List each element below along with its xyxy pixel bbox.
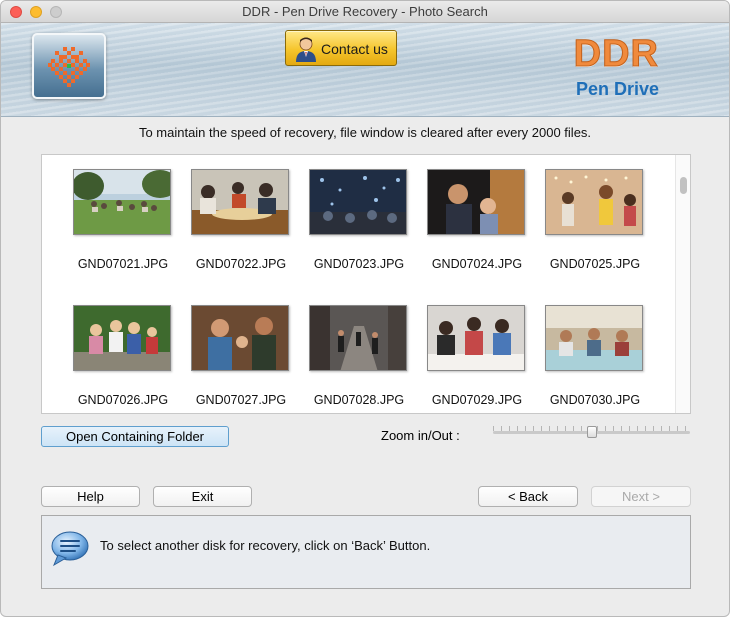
title-bar: DDR - Pen Drive Recovery - Photo Search [1, 1, 729, 23]
header-banner: Contact us DDR Pen Drive [1, 23, 729, 117]
status-message-box: To select another disk for recovery, cli… [41, 515, 691, 589]
speech-bubble-icon [51, 531, 89, 567]
brand-logo-text: DDR [573, 33, 659, 76]
photo-thumbnail[interactable] [545, 169, 643, 235]
open-containing-folder-button[interactable]: Open Containing Folder [41, 426, 229, 447]
file-tile[interactable]: GND07030.JPG [545, 305, 645, 407]
photo-thumbnail[interactable] [309, 305, 407, 371]
file-tile[interactable]: GND07025.JPG [545, 169, 645, 271]
file-tile[interactable]: GND07024.JPG [427, 169, 527, 271]
exit-button[interactable]: Exit [153, 486, 252, 507]
photo-thumbnail[interactable] [191, 305, 289, 371]
zoom-slider-knob[interactable] [587, 426, 597, 438]
contact-us-button[interactable]: Contact us [285, 30, 397, 66]
back-button[interactable]: < Back [478, 486, 578, 507]
next-button: Next > [591, 486, 691, 507]
window-title: DDR - Pen Drive Recovery - Photo Search [242, 4, 488, 19]
file-tile[interactable]: GND07021.JPG [73, 169, 173, 271]
file-tile[interactable]: GND07022.JPG [191, 169, 291, 271]
photo-thumbnail[interactable] [545, 305, 643, 371]
photo-thumbnail[interactable] [427, 305, 525, 371]
app-window: DDR - Pen Drive Recovery - Photo Search [0, 0, 730, 617]
clear-window-notice: To maintain the speed of recovery, file … [138, 125, 592, 140]
file-tile[interactable]: GND07027.JPG [191, 305, 291, 407]
photo-thumbnail[interactable] [427, 169, 525, 235]
file-name: GND07025.JPG [549, 257, 641, 271]
file-tile[interactable]: GND07028.JPG [309, 305, 409, 407]
product-name: Pen Drive [575, 79, 659, 99]
photo-thumbnail[interactable] [191, 169, 289, 235]
gallery-scrollbar[interactable] [675, 155, 690, 413]
zoom-label: Zoom in/Out : [381, 428, 460, 443]
file-tile[interactable]: GND07023.JPG [309, 169, 409, 271]
status-message: To select another disk for recovery, cli… [100, 538, 431, 553]
photo-thumbnail[interactable] [73, 305, 171, 371]
support-person-icon [296, 37, 316, 62]
help-button[interactable]: Help [41, 486, 140, 507]
contact-us-label: Contact us [321, 41, 388, 57]
file-tile[interactable]: GND07029.JPG [427, 305, 527, 407]
photo-thumbnail[interactable] [73, 169, 171, 235]
scrollbar-thumb[interactable] [680, 177, 687, 194]
photo-thumbnail[interactable] [309, 169, 407, 235]
checker-logo-icon [48, 47, 90, 87]
photo-grid[interactable]: GND07021.JPG GND07022.JPG GND07023.JPG G… [41, 154, 691, 414]
app-logo [32, 33, 106, 99]
file-tile[interactable]: GND07026.JPG [73, 305, 173, 407]
file-name: GND07030.JPG [549, 393, 641, 407]
